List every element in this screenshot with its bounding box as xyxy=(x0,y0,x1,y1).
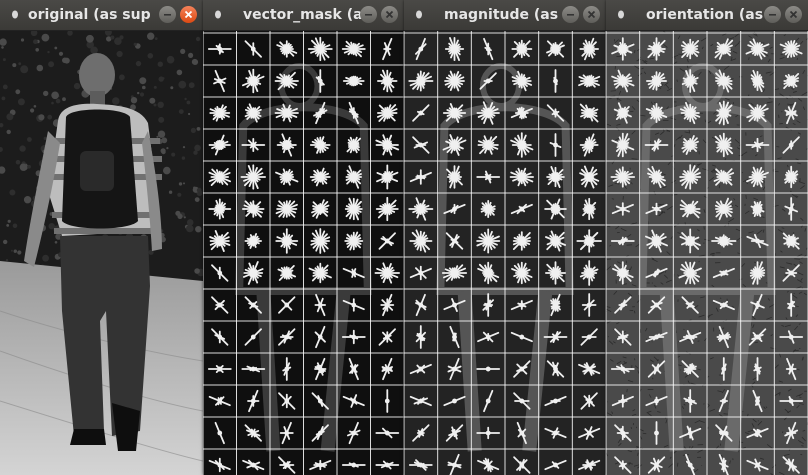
minimize-button[interactable] xyxy=(360,6,377,23)
titlebar[interactable]: magnitude (as xyxy=(404,0,606,31)
minimize-icon xyxy=(365,14,372,16)
image-magnitude xyxy=(404,31,606,475)
image-vector-mask xyxy=(203,31,404,475)
window-orientation[interactable]: orientation (as xyxy=(606,0,808,475)
close-button[interactable] xyxy=(381,6,398,23)
minimize-icon xyxy=(567,14,574,16)
close-icon xyxy=(587,10,596,19)
minimize-button[interactable] xyxy=(764,6,781,23)
close-icon xyxy=(789,10,798,19)
close-button[interactable] xyxy=(180,6,197,23)
close-button[interactable] xyxy=(583,6,600,23)
image-original xyxy=(0,31,203,475)
image-orientation xyxy=(606,31,808,475)
minimize-icon xyxy=(164,14,171,16)
close-icon xyxy=(385,10,394,19)
window-menu-icon[interactable] xyxy=(415,9,423,20)
window-title: vector_mask (a xyxy=(243,7,363,23)
minimize-button[interactable] xyxy=(159,6,176,23)
titlebar[interactable]: original (as sup xyxy=(0,0,203,31)
window-title: orientation (as xyxy=(646,7,764,23)
minimize-icon xyxy=(769,14,776,16)
window-menu-icon[interactable] xyxy=(617,9,625,20)
window-magnitude[interactable]: magnitude (as xyxy=(404,0,606,475)
window-menu-icon[interactable] xyxy=(214,9,222,20)
titlebar[interactable]: orientation (as xyxy=(606,0,808,31)
close-icon xyxy=(184,10,193,19)
titlebar[interactable]: vector_mask (a xyxy=(203,0,404,31)
minimize-button[interactable] xyxy=(562,6,579,23)
close-button[interactable] xyxy=(785,6,802,23)
window-original[interactable]: original (as sup xyxy=(0,0,203,475)
window-menu-icon[interactable] xyxy=(11,9,19,20)
window-title: original (as sup xyxy=(28,7,151,23)
window-title: magnitude (as xyxy=(444,7,559,23)
window-vector-mask[interactable]: vector_mask (a xyxy=(203,0,404,475)
